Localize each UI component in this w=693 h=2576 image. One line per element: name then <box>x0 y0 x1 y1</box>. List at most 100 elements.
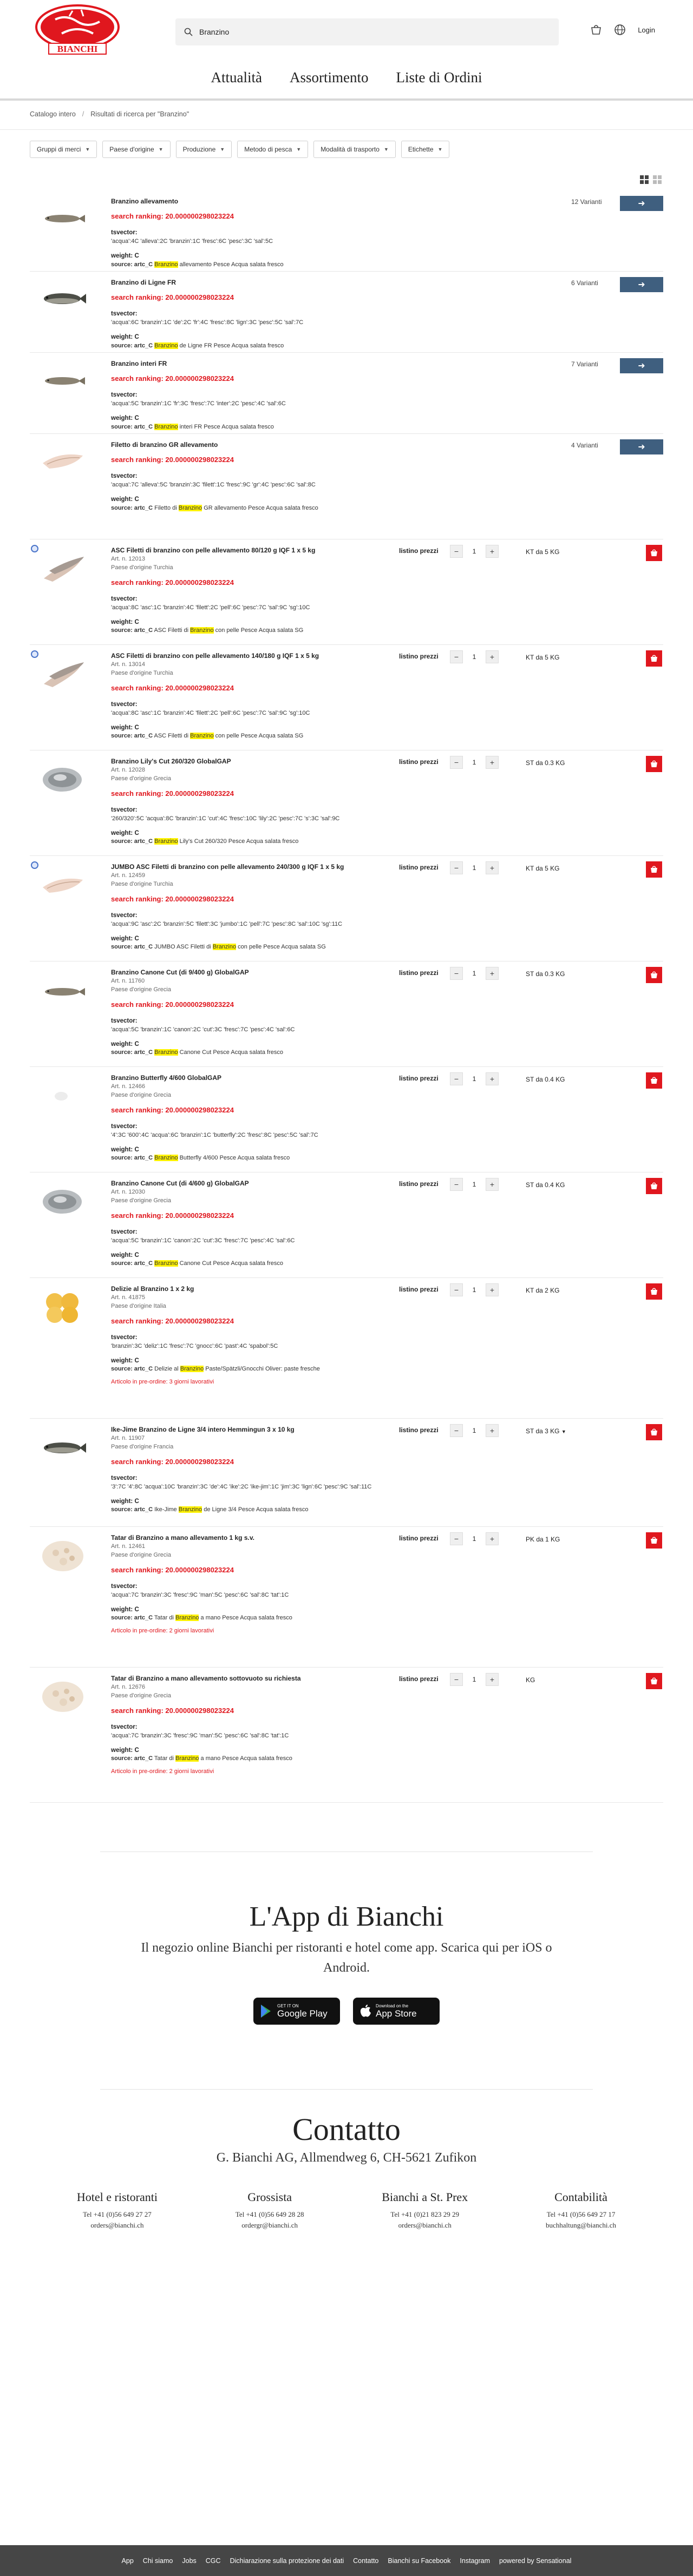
product-title[interactable]: Tatar di Branzino a mano allevamento 1 k… <box>111 1533 414 1543</box>
increase-button[interactable]: + <box>486 967 499 980</box>
add-to-cart-button[interactable] <box>646 1283 662 1300</box>
product-image[interactable] <box>38 655 87 693</box>
product-image[interactable] <box>38 442 87 479</box>
decrease-button[interactable]: − <box>450 1283 463 1296</box>
price-list-link[interactable]: listino prezzi <box>399 1426 439 1434</box>
increase-button[interactable]: + <box>486 1178 499 1191</box>
compare-radio[interactable] <box>31 650 38 658</box>
add-to-cart-button[interactable] <box>646 861 662 878</box>
quantity-value[interactable]: 1 <box>468 864 480 872</box>
product-title[interactable]: Filetto di branzino GR allevamento <box>111 440 414 450</box>
decrease-button[interactable]: − <box>450 1424 463 1437</box>
price-list-link[interactable]: listino prezzi <box>399 1534 439 1542</box>
price-list-link[interactable]: listino prezzi <box>399 547 439 555</box>
product-title[interactable]: Branzino allevamento <box>111 197 414 206</box>
search-bar[interactable] <box>175 18 559 45</box>
globe-icon[interactable] <box>614 24 626 36</box>
quantity-value[interactable]: 1 <box>468 970 480 977</box>
product-title[interactable]: JUMBO ASC Filetti di branzino con pelle … <box>111 862 414 872</box>
bianchi-logo[interactable]: BIANCHI <box>34 3 121 56</box>
add-to-cart-button[interactable] <box>646 967 662 983</box>
contact-email[interactable]: orders@bianchi.ch <box>382 2220 468 2231</box>
product-image[interactable] <box>38 549 87 587</box>
product-image[interactable] <box>38 198 87 236</box>
product-title[interactable]: Branzino di Ligne FR <box>111 278 414 287</box>
add-to-cart-button[interactable] <box>646 650 662 667</box>
variants-count[interactable]: 6 Varianti <box>571 279 598 287</box>
variants-count[interactable]: 12 Varianti <box>571 198 602 206</box>
add-to-cart-button[interactable] <box>646 1673 662 1689</box>
price-list-link[interactable]: listino prezzi <box>399 864 439 871</box>
product-image[interactable] <box>38 866 87 904</box>
add-to-cart-button[interactable] <box>646 1072 662 1089</box>
add-to-cart-button[interactable] <box>646 545 662 561</box>
increase-button[interactable]: + <box>486 545 499 558</box>
google-play-badge[interactable]: GET IT ON Google Play <box>253 1998 340 2025</box>
quantity-value[interactable]: 1 <box>468 1427 480 1434</box>
price-list-link[interactable]: listino prezzi <box>399 758 439 766</box>
show-variants-button[interactable]: ➜ <box>620 196 663 211</box>
product-title[interactable]: Branzino Canone Cut (di 9/400 g) GlobalG… <box>111 968 414 977</box>
product-image[interactable] <box>38 1077 87 1115</box>
increase-button[interactable]: + <box>486 1283 499 1296</box>
quantity-value[interactable]: 1 <box>468 653 480 661</box>
contact-phone[interactable]: Tel +41 (0)21 823 29 29 <box>382 2209 468 2220</box>
decrease-button[interactable]: − <box>450 1072 463 1085</box>
quantity-value[interactable]: 1 <box>468 1286 480 1294</box>
footer-link[interactable]: Instagram <box>460 2557 490 2565</box>
unit-label[interactable]: ST da 3 KG ▼ <box>526 1427 566 1435</box>
increase-button[interactable]: + <box>486 1532 499 1545</box>
quantity-value[interactable]: 1 <box>468 548 480 555</box>
quantity-value[interactable]: 1 <box>468 1075 480 1083</box>
add-to-cart-button[interactable] <box>646 756 662 772</box>
contact-phone[interactable]: Tel +41 (0)56 649 28 28 <box>236 2209 304 2220</box>
product-title[interactable]: Branzino Butterfly 4/600 GlobalGAP <box>111 1073 414 1083</box>
product-title[interactable]: Delizie al Branzino 1 x 2 kg <box>111 1284 414 1294</box>
price-list-link[interactable]: listino prezzi <box>399 1675 439 1683</box>
compare-radio[interactable] <box>31 861 38 869</box>
price-list-link[interactable]: listino prezzi <box>399 1286 439 1293</box>
contact-email[interactable]: buchhaltung@bianchi.ch <box>546 2220 616 2231</box>
price-list-link[interactable]: listino prezzi <box>399 653 439 660</box>
product-image[interactable] <box>38 1182 87 1220</box>
product-title[interactable]: Tatar di Branzino a mano allevamento sot… <box>111 1674 414 1683</box>
decrease-button[interactable]: − <box>450 1532 463 1545</box>
footer-link[interactable]: powered by Sensational <box>499 2557 571 2565</box>
app-store-badge[interactable]: Download on the App Store <box>353 1998 440 2025</box>
product-image[interactable] <box>38 1428 87 1466</box>
quantity-value[interactable]: 1 <box>468 1535 480 1543</box>
variants-count[interactable]: 7 Varianti <box>571 360 598 368</box>
nav-assortimento[interactable]: Assortimento <box>290 69 369 85</box>
decrease-button[interactable]: − <box>450 756 463 769</box>
compare-radio[interactable] <box>31 545 38 552</box>
footer-link[interactable]: Chi siamo <box>143 2557 173 2565</box>
decrease-button[interactable]: − <box>450 861 463 874</box>
product-image[interactable] <box>38 1677 87 1715</box>
increase-button[interactable]: + <box>486 1072 499 1085</box>
decrease-button[interactable]: − <box>450 967 463 980</box>
decrease-button[interactable]: − <box>450 1178 463 1191</box>
breadcrumb-root[interactable]: Catalogo intero <box>30 110 76 118</box>
footer-link[interactable]: Bianchi su Facebook <box>388 2557 450 2565</box>
price-list-link[interactable]: listino prezzi <box>399 1180 439 1188</box>
product-image[interactable] <box>38 971 87 1009</box>
quantity-value[interactable]: 1 <box>468 1676 480 1683</box>
product-title[interactable]: Ike-Jime Branzino de Ligne 3/4 intero He… <box>111 1425 414 1434</box>
footer-link[interactable]: Contatto <box>353 2557 378 2565</box>
product-title[interactable]: Branzino Canone Cut (di 4/600 g) GlobalG… <box>111 1179 414 1188</box>
price-list-link[interactable]: listino prezzi <box>399 1075 439 1082</box>
nav-liste-di-ordini[interactable]: Liste di Ordini <box>396 69 482 85</box>
increase-button[interactable]: + <box>486 861 499 874</box>
filter-etichette[interactable]: Etichette ▼ <box>401 141 450 158</box>
contact-phone[interactable]: Tel +41 (0)56 649 27 27 <box>77 2209 158 2220</box>
product-title[interactable]: ASC Filetti di branzino con pelle alleva… <box>111 651 414 661</box>
quantity-value[interactable]: 1 <box>468 1181 480 1188</box>
footer-link[interactable]: Jobs <box>182 2557 196 2565</box>
increase-button[interactable]: + <box>486 1424 499 1437</box>
add-to-cart-button[interactable] <box>646 1178 662 1194</box>
nav-attualita[interactable]: Attualità <box>211 69 262 85</box>
product-title[interactable]: Branzino Lily's Cut 260/320 GlobalGAP <box>111 757 414 766</box>
filter-paese-origine[interactable]: Paese d'origine ▼ <box>102 141 171 158</box>
add-to-cart-button[interactable] <box>646 1532 662 1549</box>
decrease-button[interactable]: − <box>450 545 463 558</box>
